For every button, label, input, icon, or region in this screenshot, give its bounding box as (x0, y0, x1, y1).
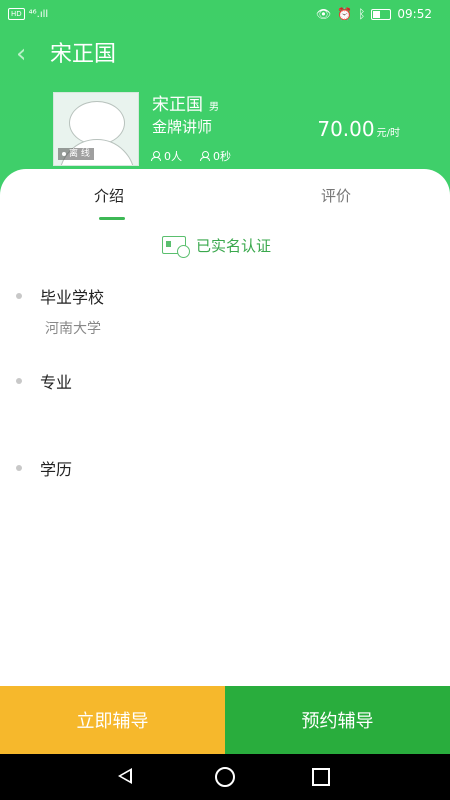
chevron-left-icon[interactable]: ‹ (16, 40, 40, 68)
tab-intro[interactable]: 介绍 (94, 185, 124, 206)
duration-value: 0秒 (213, 150, 231, 163)
status-bar: HD ⁴⁶.ıll 👁 ⏰ ᛒ 09:52 (0, 0, 450, 30)
bullet-icon (16, 465, 22, 471)
page-title: 宋正国 (50, 42, 117, 67)
bullet-icon (16, 378, 22, 384)
tutor-name-row: 宋正国男 (152, 90, 219, 115)
duration-stat: 0秒 (200, 148, 231, 164)
price: 70.00 元/时 (317, 117, 400, 141)
content-card: 介绍 评价 已实名认证 毕业学校 河南大学 专业 学历 (0, 169, 450, 686)
bluetooth-icon: ᛒ (358, 7, 366, 21)
tab-review[interactable]: 评价 (321, 185, 351, 206)
signal-icon: ⁴⁶.ıll (28, 8, 49, 20)
nav-bar: ‹ 宋正国 (0, 32, 450, 76)
alarm-icon: ⏰ (337, 7, 353, 21)
system-nav-bar (0, 754, 450, 800)
tutor-rank: 金牌讲师 (152, 118, 213, 136)
section-title: 专业 (40, 373, 73, 392)
system-home-icon[interactable] (215, 767, 235, 787)
verified-label: 已实名认证 (196, 237, 272, 255)
price-unit: 元/时 (376, 128, 400, 139)
status-dot-icon (62, 151, 66, 156)
students-stat: 0人 (151, 148, 182, 164)
network-badge: HD (8, 8, 25, 20)
system-back-icon-inner (121, 771, 130, 781)
tutor-gender: 男 (209, 102, 219, 113)
action-bar: 立即辅导 预约辅导 (0, 686, 450, 754)
person-icon (200, 151, 210, 161)
students-count: 0人 (164, 150, 182, 163)
avatar[interactable]: 离 线 (53, 92, 139, 166)
active-tab-indicator (99, 217, 125, 220)
section-value: 河南大学 (45, 321, 101, 337)
section-title: 毕业学校 (40, 288, 105, 307)
id-card-check-icon (162, 235, 190, 258)
tutor-name: 宋正国 (152, 95, 203, 115)
bullet-icon (16, 293, 22, 299)
book-tutor-button[interactable]: 预约辅导 (225, 686, 450, 754)
system-recents-icon[interactable] (312, 768, 330, 786)
section-title: 学历 (40, 460, 73, 479)
tutor-stats: 0人 0秒 (151, 148, 231, 164)
status-badge: 离 线 (58, 148, 94, 160)
eye-icon: 👁 (316, 7, 332, 21)
price-value: 70.00 (317, 117, 375, 141)
status-time: 09:52 (397, 7, 432, 21)
verified-badge: 已实名认证 (162, 235, 272, 258)
person-icon (151, 151, 161, 161)
tutor-now-button[interactable]: 立即辅导 (0, 686, 225, 754)
status-badge-label: 离 线 (69, 149, 90, 159)
battery-icon (371, 8, 392, 20)
